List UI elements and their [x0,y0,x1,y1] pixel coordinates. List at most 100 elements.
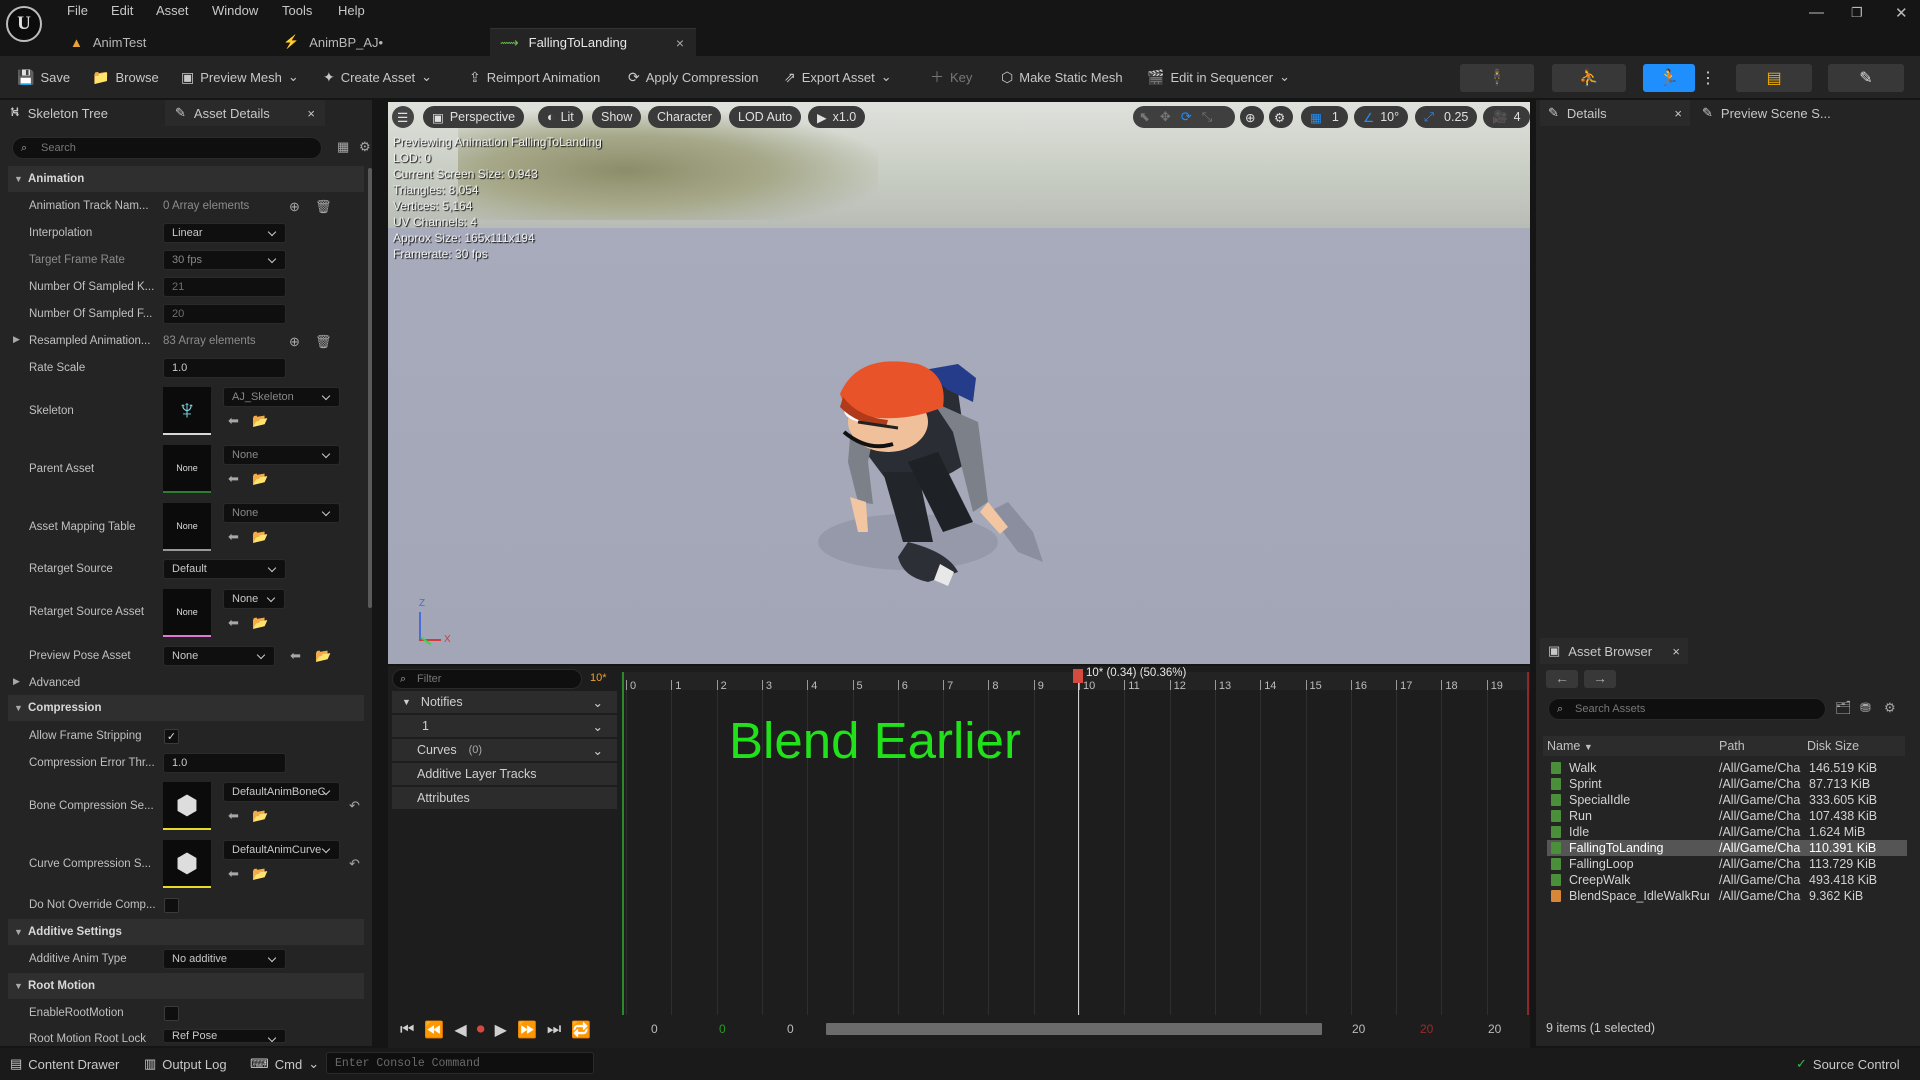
lit-button[interactable]: ◐ Lit [538,106,583,128]
use-selected-icon[interactable]: ⬅ [228,808,239,824]
skeleton-thumbnail[interactable]: ♆ [163,387,211,435]
restore-icon[interactable]: ❐ [1851,5,1863,21]
notify-track-1[interactable]: 1 ⌄ [392,715,617,737]
asset-row[interactable]: Idle/All/Game/Cha 1.624 MiB [1547,824,1907,840]
timeline-filter-input[interactable]: ⌕ Filter [392,669,582,689]
curve-compression-thumbnail[interactable]: ⬢ [163,840,211,888]
range-end-a[interactable]: 20 [1352,1022,1365,1036]
interpolation-select[interactable]: Linear [163,223,286,243]
range-start-a[interactable]: 0 [651,1022,658,1036]
select-arrow-icon[interactable]: ⬉ [1139,109,1150,125]
expand-arrow-icon[interactable]: ▶ [13,676,20,687]
chevron-down-icon[interactable]: ⌄ [593,719,603,734]
browse-to-asset-icon[interactable]: 📂 [252,529,268,545]
column-name[interactable]: Name ▼ [1547,739,1593,753]
settings-icon[interactable]: ⚙ [1884,700,1896,716]
scale-snap-button[interactable]: ⤢ 0.25 [1415,106,1478,128]
filter-icon[interactable]: ⛃ [1860,700,1871,716]
play-reverse-icon[interactable]: ◀ [454,1020,466,1040]
console-command-input[interactable]: Enter Console Command [326,1052,594,1074]
additive-anim-type-select[interactable]: No additive [163,949,286,969]
key-button[interactable]: ＋ Key [930,67,972,87]
transform-tools[interactable]: ⬉ ✥ ⟳ ⤡ [1133,106,1235,128]
skip-to-end-icon[interactable]: ⏭ [547,1021,561,1039]
unreal-logo-icon[interactable]: U [6,6,42,42]
move-icon[interactable]: ✥ [1160,109,1171,125]
search-input[interactable]: ⌕ Search [12,137,322,159]
browse-to-asset-icon[interactable]: 📂 [252,866,268,882]
search-assets-input[interactable]: ⌕ Search Assets [1548,698,1826,720]
close-window-icon[interactable]: ✕ [1895,4,1908,22]
settings-icon[interactable]: ⚙ [359,139,371,155]
viewport-menu-icon[interactable]: ☰ [392,106,414,128]
skip-to-start-icon[interactable]: ⏮ [400,1021,414,1039]
save-button[interactable]: 💾 Save [17,67,70,87]
parent-asset-thumbnail[interactable]: None [163,445,211,493]
bone-compression-thumbnail[interactable]: ⬢ [163,782,211,830]
viewport[interactable] [388,102,1530,664]
notifies-track[interactable]: ▼ Notifies ⌄ [392,691,617,713]
skeleton-mode-button[interactable]: 🕴 [1460,64,1534,92]
menu-tools[interactable]: Tools [282,3,312,18]
close-tab-icon[interactable]: × [1672,644,1680,659]
record-icon[interactable]: ⏺ [477,1021,485,1039]
column-path[interactable]: Path [1719,739,1745,753]
add-element-icon[interactable]: ⊕ [289,199,300,215]
step-back-icon[interactable]: ⏪ [424,1020,444,1040]
step-forward-icon[interactable]: ⏩ [517,1020,537,1040]
use-selected-icon[interactable]: ⬅ [290,648,301,664]
skeleton-select[interactable]: AJ_Skeleton [223,387,340,407]
trash-icon[interactable]: 🗑 [315,199,332,215]
asset-row[interactable]: Run/All/Game/Cha 107.438 KiB [1547,808,1907,824]
curve-compression-select[interactable]: DefaultAnimCurve [223,840,340,860]
expand-arrow-icon[interactable]: ▶ [13,334,20,345]
section-root-motion[interactable]: ▼ Root Motion [8,973,364,999]
parent-asset-select[interactable]: None [223,445,340,465]
menu-edit[interactable]: Edit [111,3,133,18]
forward-arrow-icon[interactable]: → [1584,670,1616,688]
additive-layer-tracks[interactable]: Additive Layer Tracks [392,763,617,785]
scale-icon[interactable]: ⤡ [1202,109,1212,125]
tab-preview-scene[interactable]: ✎ Preview Scene S... [1702,100,1831,126]
angle-snap-button[interactable]: ∠ 10° [1354,106,1409,128]
trash-icon[interactable]: 🗑 [315,334,332,350]
compression-error-field[interactable]: 1.0 [163,753,286,773]
close-tab-icon[interactable]: × [676,35,684,51]
column-disk-size[interactable]: Disk Size [1807,739,1859,753]
tab-details[interactable]: ✎ Details × [1540,100,1690,126]
range-start-b[interactable]: 0 [719,1022,726,1036]
asset-row[interactable]: BlendSpace_IdleWalkRun/All/Game/Cha 9.362… [1547,888,1907,904]
edit-in-sequencer-button[interactable]: 🎬 Edit in Sequencer ⌄ [1147,67,1290,87]
reset-to-default-icon[interactable]: ↶ [349,798,360,814]
menu-asset[interactable]: Asset [156,3,189,18]
asset-row[interactable]: Sprint/All/Game/Cha 87.713 KiB [1547,776,1907,792]
create-asset-button[interactable]: ✦ Create Asset ⌄ [323,67,432,87]
allow-frame-stripping-checkbox[interactable]: ✓ [164,729,179,744]
range-end-c[interactable]: 20 [1488,1022,1501,1036]
range-end-b[interactable]: 20 [1420,1022,1433,1036]
section-compression[interactable]: ▼ Compression [8,695,364,721]
reset-to-default-icon[interactable]: ↶ [349,856,360,872]
more-options-icon[interactable]: ⋮ [1697,64,1719,92]
scrollbar[interactable] [368,168,372,608]
use-selected-icon[interactable]: ⬅ [228,615,239,631]
range-start-c[interactable]: 0 [787,1022,794,1036]
character-button[interactable]: Character [648,106,721,128]
browse-button[interactable]: 📁 Browse [92,67,159,87]
show-button[interactable]: Show [592,106,642,128]
menu-help[interactable]: Help [338,3,365,18]
tab-skeleton-tree[interactable]: ⛕ Skeleton Tree [10,100,108,126]
enable-root-motion-checkbox[interactable] [164,1006,179,1021]
attributes-track[interactable]: Attributes [392,787,617,809]
cmd-button[interactable]: ⌨ Cmd ⌄ [250,1056,319,1072]
lod-button[interactable]: LOD Auto [729,106,802,128]
camera-speed-button[interactable]: 🎥 4 [1483,106,1530,128]
sampled-frames-field[interactable]: 20 [163,304,286,324]
asset-row[interactable]: SpecialIdle/All/Game/Cha 333.605 KiB [1547,792,1907,808]
animation-mode-button[interactable]: 🏃 [1643,64,1695,92]
section-animation[interactable]: ▼ Animation [8,166,364,192]
tab-animbp[interactable]: ⚡ AnimBP_AJ• [283,28,483,56]
section-additive-settings[interactable]: ▼ Additive Settings [8,919,364,945]
export-asset-button[interactable]: ⇗ Export Asset ⌄ [784,67,892,87]
preview-pose-select[interactable]: None [163,646,275,666]
